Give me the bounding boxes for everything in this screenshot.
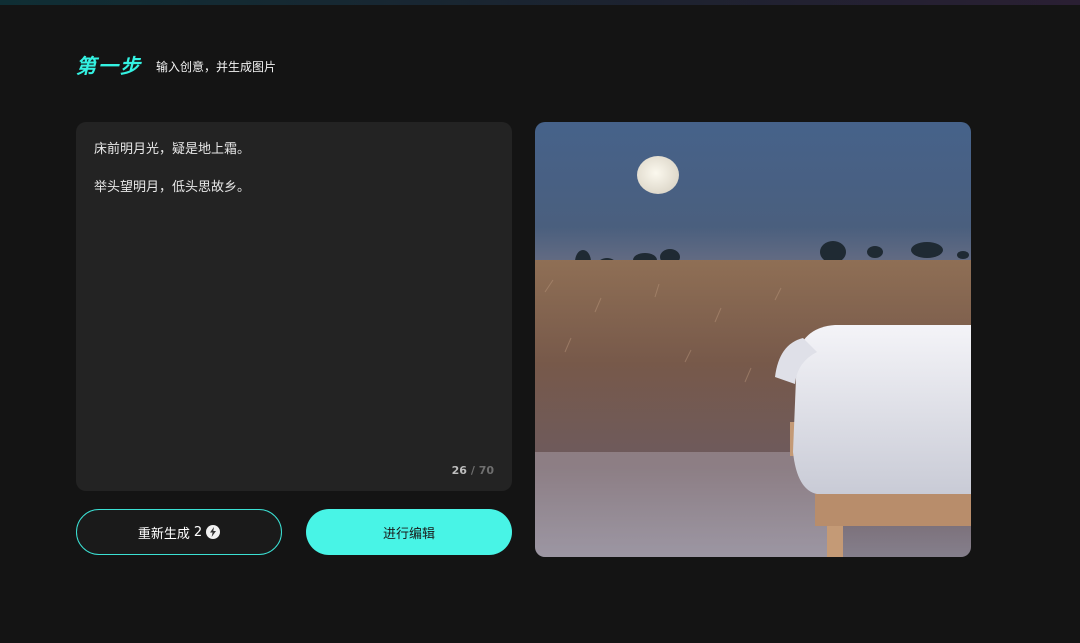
top-gradient-strip [0,0,1080,5]
regenerate-button[interactable]: 重新生成 2 [76,509,282,555]
character-counter: 26 / 70 [452,464,494,477]
step-subtitle: 输入创意，并生成图片 [156,59,277,74]
edit-button[interactable]: 进行编辑 [306,509,512,555]
character-count: 26 [451,464,467,477]
frost-texture [535,452,835,557]
regenerate-label: 重新生成 [137,526,190,542]
moon [637,156,679,194]
prompt-textarea[interactable]: 床前明月光，疑是地上霜。 举头望明月，低头思故乡。 26 / 70 [76,122,512,491]
counter-separator: / [470,464,475,477]
step-title: 第一步 [76,54,142,78]
moonlit-field-image [535,122,971,557]
lightning-icon [206,525,221,539]
generated-image[interactable] [535,122,971,557]
regenerate-cost: 2 [193,524,203,540]
character-limit: 70 [478,464,494,477]
step-header: 第一步 输入创意，并生成图片 [76,50,276,79]
edit-label: 进行编辑 [382,526,435,542]
prompt-text[interactable]: 床前明月光，疑是地上霜。 举头望明月，低头思故乡。 [94,140,494,197]
